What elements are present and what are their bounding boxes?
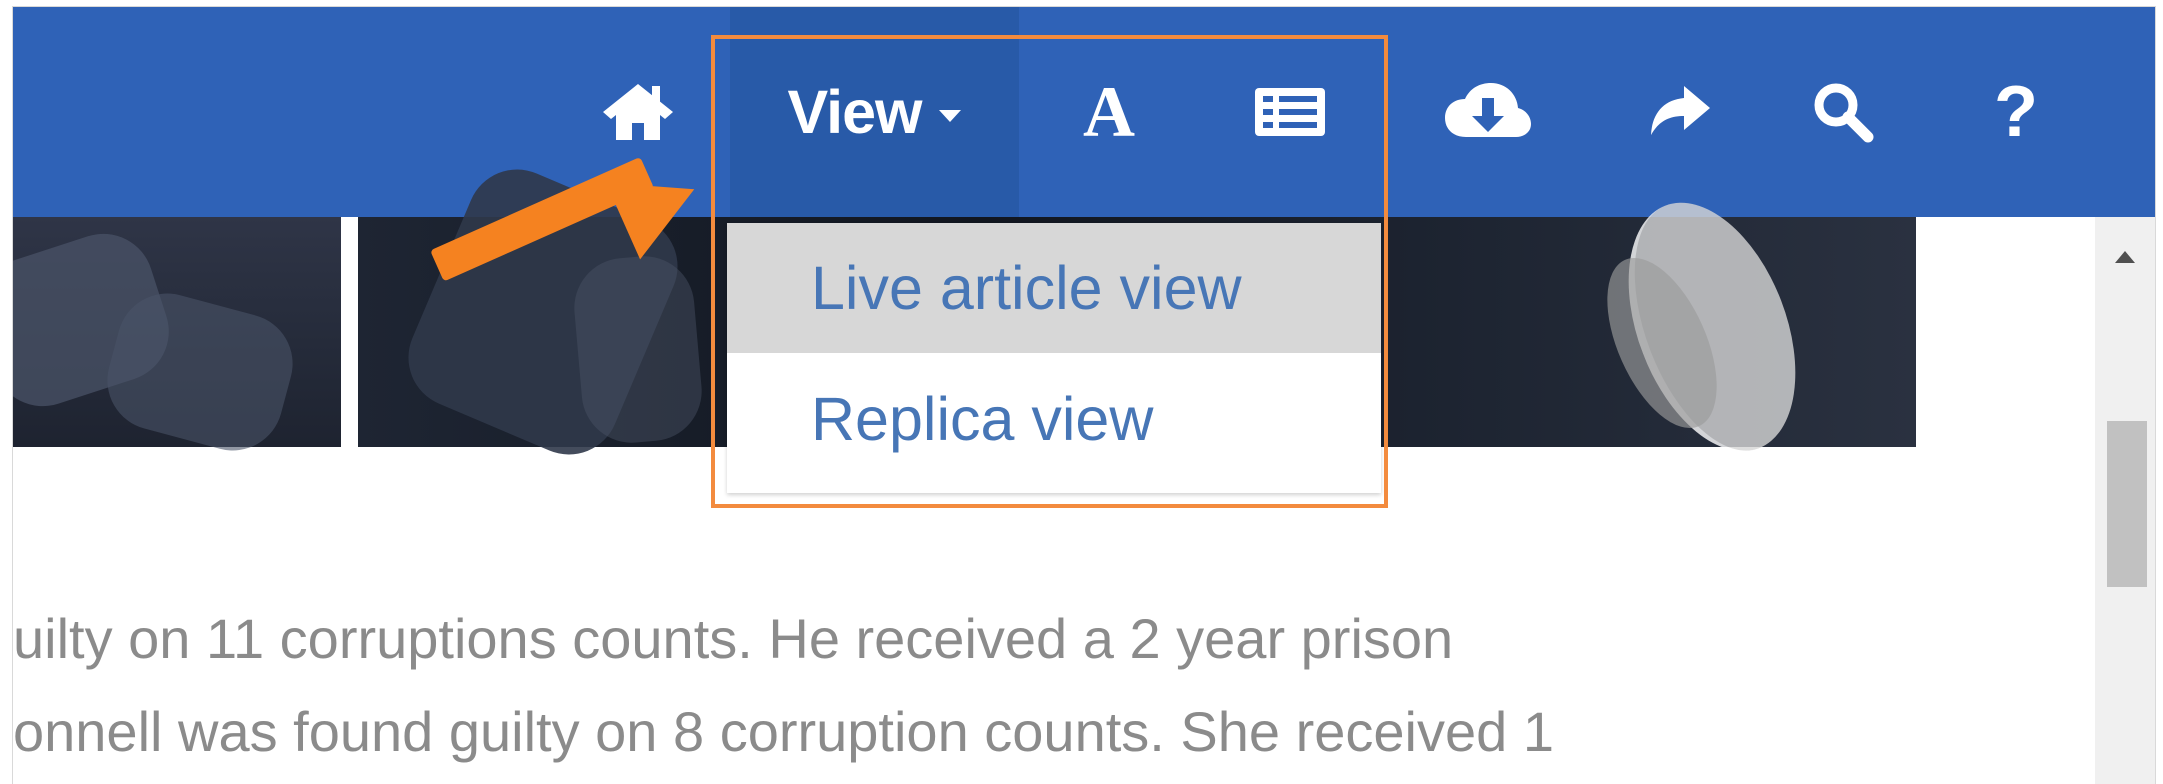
- cloud-download-icon: [1444, 83, 1531, 137]
- download-button[interactable]: [1395, 7, 1580, 217]
- top-toolbar: View A ?: [13, 7, 2155, 217]
- scroll-up-arrow-icon[interactable]: [2115, 251, 2135, 263]
- vertical-scrollbar[interactable]: [2095, 217, 2155, 784]
- home-icon: [603, 84, 673, 140]
- help-button[interactable]: ?: [1969, 7, 2063, 217]
- view-dropdown-menu: Live article view Replica view: [727, 223, 1381, 493]
- app-frame: View A ? Live article view Replica view …: [12, 6, 2156, 784]
- view-menu-button[interactable]: View: [730, 7, 1019, 217]
- scrollbar-thumb[interactable]: [2107, 421, 2147, 587]
- hero-image-left: [13, 217, 341, 462]
- replica-view-option[interactable]: Replica view: [727, 353, 1381, 485]
- view-label: View: [787, 78, 923, 146]
- search-icon: [1814, 83, 1874, 143]
- live-article-view-option[interactable]: Live article view: [727, 223, 1381, 353]
- share-button[interactable]: [1593, 7, 1763, 217]
- text-size-label: A: [1083, 71, 1135, 152]
- coat-highlight-shape: [570, 252, 706, 447]
- share-icon: [1651, 86, 1710, 135]
- article-line-2: onnell was found guilty on 8 corruption …: [13, 700, 1554, 763]
- article-line-1: uilty on 11 corruptions counts. He recei…: [13, 607, 1454, 670]
- help-icon: ?: [1994, 72, 2038, 152]
- article-list-button[interactable]: [1199, 7, 1381, 217]
- caret-down-icon: [939, 110, 962, 122]
- list-icon: [1255, 88, 1325, 136]
- article-body-text: uilty on 11 corruptions counts. He recei…: [13, 592, 1913, 778]
- text-size-button[interactable]: A: [1019, 7, 1199, 217]
- page-edge: [0, 0, 12, 783]
- hero-image-divider: [341, 217, 358, 447]
- search-button[interactable]: [1778, 7, 1908, 217]
